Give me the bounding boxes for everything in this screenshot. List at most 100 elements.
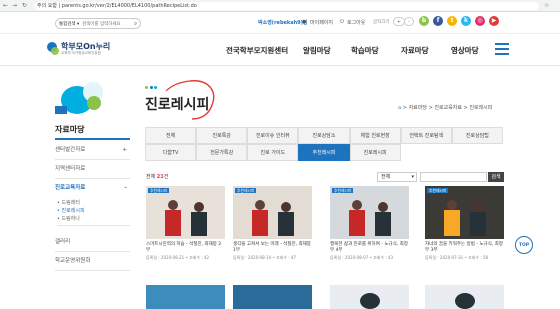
gnb-video[interactable]: 영상마당 bbox=[451, 45, 479, 56]
person-icon bbox=[255, 200, 265, 210]
expand-icon[interactable]: + bbox=[122, 141, 127, 160]
tab-tabrow1-0[interactable]: 전체 bbox=[145, 127, 197, 144]
search-box: 통합검색 ▾ ⌕ bbox=[55, 18, 141, 29]
back-icon[interactable]: ← bbox=[3, 2, 8, 9]
sidebar-item-center[interactable]: 센터발간자료 + bbox=[55, 141, 130, 160]
font-size-label: 글자크기 bbox=[373, 20, 390, 25]
sidebar-item-committee[interactable]: 학교운영위원회 bbox=[55, 252, 130, 271]
tab-tabrow1-3[interactable]: 진로상담소 bbox=[298, 127, 350, 144]
scroll-top-label: TOP bbox=[518, 243, 530, 248]
person-icon bbox=[281, 202, 291, 212]
sidebar-item-label: 학교운영위원회 bbox=[55, 258, 91, 264]
card-thumb-4[interactable]: 추천레시피 bbox=[425, 186, 504, 239]
filter-select[interactable]: 전체 ▾ bbox=[377, 172, 417, 182]
person-icon bbox=[352, 200, 362, 210]
sidebar-illustration bbox=[55, 80, 123, 116]
red-annotation-mark bbox=[165, 80, 215, 120]
home-icon[interactable]: ⌂ bbox=[398, 105, 401, 111]
facebook-icon[interactable]: f bbox=[433, 16, 443, 26]
mypage-icon: ● bbox=[302, 19, 307, 25]
tab-tabrow1-1[interactable]: 진로특강 bbox=[196, 127, 248, 144]
card-thumb-8[interactable] bbox=[425, 285, 504, 309]
title-dots bbox=[145, 85, 158, 91]
card-meta: 등록일 : 2020-08-14 • 조회수 : 47 bbox=[233, 255, 297, 260]
logout-link[interactable]: 로그아웃 bbox=[347, 19, 365, 26]
tab-tabrow2-0[interactable]: 다함TV bbox=[145, 144, 197, 161]
kakao-icon[interactable]: k bbox=[461, 16, 471, 26]
card-thumb-5[interactable] bbox=[146, 285, 225, 309]
person-figure bbox=[191, 212, 207, 236]
gnb-learning[interactable]: 학습마당 bbox=[351, 45, 379, 56]
site-header: 학부모On누리 교육부·국가평생교육진흥원 전국학부모지원센터 알림마당 학습마… bbox=[0, 34, 560, 66]
tab-tabrow2-4[interactable]: 진로레시피 bbox=[349, 144, 401, 161]
submenu-item-dreamhana[interactable]: • 드림하나 bbox=[57, 215, 130, 223]
menu-icon[interactable] bbox=[495, 43, 509, 55]
search-button[interactable]: 검색 bbox=[488, 172, 504, 182]
sidebar-submenu: • 드림레터 • 진로레시피 • 드림하나 bbox=[57, 199, 130, 226]
sidebar-item-region[interactable]: 지역센터자료 bbox=[55, 160, 130, 179]
breadcrumb-item-2[interactable]: 진로교육자료 bbox=[434, 105, 462, 111]
collapse-icon[interactable]: – bbox=[124, 179, 127, 198]
search-input[interactable] bbox=[82, 20, 132, 28]
gnb-notice[interactable]: 알림마당 bbox=[303, 45, 331, 56]
logout-icon: ⏻ bbox=[340, 19, 344, 25]
tab-tabrow1-4[interactable]: 체험 진로현장 bbox=[349, 127, 401, 144]
tab-tabrow1-6[interactable]: 진로상담팁 bbox=[451, 127, 503, 144]
card-thumb-2[interactable]: 추천레시피 bbox=[233, 186, 312, 239]
font-plus-button[interactable]: + bbox=[393, 17, 405, 26]
blog-icon[interactable]: b bbox=[419, 16, 429, 26]
list-search-input[interactable] bbox=[420, 172, 487, 182]
card-title[interactable]: 행복한 삶과 진로를 위하여 - 노규식, 최정부 4부 bbox=[330, 242, 409, 254]
scroll-top-button[interactable]: TOP bbox=[515, 236, 533, 254]
sidebar-item-career[interactable]: 진로교육자료 – bbox=[55, 179, 130, 198]
gnb-center[interactable]: 전국학부모지원센터 bbox=[226, 45, 288, 56]
submenu-item-recipe[interactable]: • 진로레시피 bbox=[57, 207, 130, 215]
search-scope[interactable]: 통합검색 ▾ bbox=[59, 21, 79, 27]
card-meta: 등록일 : 2020-08-07 • 조회수 : 43 bbox=[330, 255, 394, 260]
breadcrumb: ⌂ > 자료마당 > 진로교육자료 > 진로레시피 bbox=[398, 105, 493, 111]
logo-subtext: 교육부·국가평생교육진흥원 bbox=[61, 51, 101, 55]
card-title[interactable]: 자녀의 꿈을 키워주는 방법 - 노규식, 최정부 3부 bbox=[425, 242, 504, 254]
total-count: 전체 21건 bbox=[146, 174, 169, 180]
search-icon[interactable]: ⌕ bbox=[134, 20, 137, 28]
person-icon bbox=[194, 202, 204, 212]
card-thumb-6[interactable] bbox=[233, 285, 312, 309]
card-title[interactable]: 생각을 고쳐서 보는 미래 - 석철진, 최재봉 1부 bbox=[233, 242, 312, 254]
address-bar[interactable]: 주의 요함 | parents.go.kr/ver/2/EL4000/EL410… bbox=[34, 2, 539, 10]
reload-icon[interactable]: ↻ bbox=[22, 2, 27, 9]
person-figure bbox=[278, 212, 294, 236]
forward-icon[interactable]: → bbox=[12, 2, 17, 9]
person-icon bbox=[473, 202, 483, 212]
card-thumb-7[interactable] bbox=[330, 285, 409, 309]
sidebar-item-gallery[interactable]: 갤러리 bbox=[55, 233, 130, 252]
category-tabs: 전체 진로특강 진로이슈 인터뷰 진로상담소 체험 진로현장 언택트 진로탐색 진로상담팁 … bbox=[145, 127, 503, 161]
font-minus-button[interactable]: - bbox=[404, 17, 414, 26]
breadcrumb-item-1[interactable]: 자료마당 bbox=[409, 105, 427, 111]
logo-mark-icon bbox=[51, 47, 59, 55]
mypage-link[interactable]: 마이페이지 bbox=[310, 19, 333, 26]
sidebar-item-label: 진로교육자료 bbox=[55, 185, 86, 191]
tab-tabrow1-2[interactable]: 진로이슈 인터뷰 bbox=[247, 127, 299, 144]
card-badge: 추천레시피 bbox=[235, 188, 257, 193]
submenu-item-dreamletter[interactable]: • 드림레터 bbox=[57, 199, 130, 207]
user-name: 박소영(rebekah9)님 bbox=[258, 20, 308, 26]
star-icon[interactable]: ☆ bbox=[544, 2, 549, 9]
person-figure bbox=[470, 212, 486, 236]
youtube-icon[interactable]: ▶ bbox=[489, 16, 499, 26]
sidebar-heading: 자료마당 bbox=[55, 120, 130, 140]
card-thumb-3[interactable]: 추천레시피 bbox=[330, 186, 409, 239]
twitter-icon[interactable]: t bbox=[447, 16, 457, 26]
tab-tabrow2-3[interactable]: 추천레시피 bbox=[298, 144, 350, 161]
card-thumb-1[interactable]: 추천레시피 bbox=[146, 186, 225, 239]
card-badge: 추천레시피 bbox=[332, 188, 354, 193]
sidebar-item-label: 센터발간자료 bbox=[55, 147, 86, 153]
gnb-materials[interactable]: 자료마당 bbox=[401, 45, 429, 56]
tab-tabrow2-1[interactable]: 전문가특강 bbox=[196, 144, 248, 161]
card-meta: 등록일 : 2020-07-31 • 조회수 : 58 bbox=[425, 255, 489, 260]
tab-tabrow1-5[interactable]: 언택트 진로탐색 bbox=[400, 127, 452, 144]
card-title[interactable]: 스마트시민력의 학습 - 석철진, 최재봉 2부 bbox=[146, 242, 225, 254]
instagram-icon[interactable]: ◎ bbox=[475, 16, 485, 26]
browser-bar: ← → ↻ 주의 요함 | parents.go.kr/ver/2/EL4000… bbox=[0, 0, 560, 12]
utility-bar: 통합검색 ▾ ⌕ 박소영(rebekah9)님 ● 마이페이지 ⏻ 로그아웃 글… bbox=[0, 12, 560, 34]
tab-tabrow2-2[interactable]: 진로 가이드 bbox=[247, 144, 299, 161]
